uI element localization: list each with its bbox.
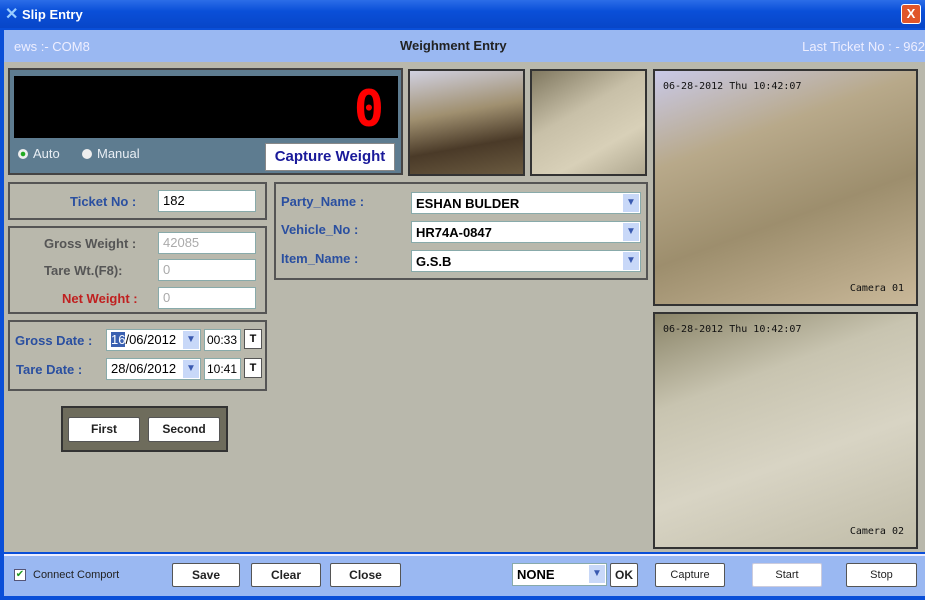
camera-feed-1: 06-28-2012 Thu 10:42:07 Camera 01 bbox=[653, 69, 918, 306]
connect-comport-label: Connect Comport bbox=[33, 569, 120, 581]
second-button[interactable]: Second bbox=[148, 417, 220, 442]
close-button[interactable]: Close bbox=[330, 563, 401, 587]
radio-auto[interactable]: Auto bbox=[18, 146, 60, 161]
chevron-down-icon[interactable]: ▼ bbox=[183, 331, 199, 349]
chevron-down-icon[interactable]: ▼ bbox=[589, 565, 605, 583]
window-title: Slip Entry bbox=[22, 7, 83, 22]
tare-weight-input[interactable]: 0 bbox=[158, 259, 256, 281]
radio-auto-label: Auto bbox=[33, 146, 60, 161]
clear-button[interactable]: Clear bbox=[251, 563, 321, 587]
tare-time-button[interactable]: T bbox=[244, 358, 262, 378]
party-name-select[interactable]: ESHAN BULDER ▼ bbox=[411, 192, 641, 214]
camera-label: Camera 01 bbox=[849, 283, 904, 294]
gross-date-day: 16 bbox=[111, 332, 126, 347]
stop-button[interactable]: Stop bbox=[846, 563, 917, 587]
item-name-label: Item_Name : bbox=[281, 251, 359, 266]
chevron-down-icon[interactable]: ▼ bbox=[623, 252, 639, 270]
start-button[interactable]: Start bbox=[752, 563, 822, 587]
close-window-button[interactable]: X bbox=[901, 4, 921, 24]
gross-time-input[interactable]: 00:33 bbox=[204, 329, 241, 351]
page-title: Weighment Entry bbox=[400, 38, 507, 53]
port-status: ews :- COM8 bbox=[14, 39, 90, 54]
ticket-no-input[interactable]: 182 bbox=[158, 190, 256, 212]
gross-weight-input[interactable]: 42085 bbox=[158, 232, 256, 254]
chevron-down-icon[interactable]: ▼ bbox=[623, 194, 639, 212]
gross-time-button[interactable]: T bbox=[244, 329, 262, 349]
ok-button[interactable]: OK bbox=[610, 563, 638, 587]
weight-value: 0 bbox=[353, 80, 384, 138]
tare-weight-label: Tare Wt.(F8): bbox=[44, 263, 123, 278]
last-ticket: Last Ticket No : - 962 bbox=[802, 39, 925, 54]
chevron-down-icon[interactable]: ▼ bbox=[623, 223, 639, 241]
gross-weight-label: Gross Weight : bbox=[44, 236, 137, 251]
header-bar: ews :- COM8 Weighment Entry Last Ticket … bbox=[4, 30, 925, 62]
radio-selected-icon bbox=[18, 149, 28, 159]
tare-date-value: 28/06/2012 bbox=[111, 361, 177, 376]
camera-select-value: NONE bbox=[517, 567, 555, 582]
app-icon: ✕ bbox=[5, 6, 19, 23]
tare-date-label: Tare Date : bbox=[16, 362, 83, 377]
connect-comport-checkbox[interactable]: ✔ bbox=[14, 569, 26, 581]
party-name-value: ESHAN BULDER bbox=[416, 196, 520, 211]
radio-manual-label: Manual bbox=[97, 146, 140, 161]
item-name-value: G.S.B bbox=[416, 254, 452, 269]
radio-unselected-icon bbox=[82, 149, 92, 159]
camera-feed-2: 06-28-2012 Thu 10:42:07 Camera 02 bbox=[653, 312, 918, 549]
capture-button[interactable]: Capture bbox=[655, 563, 725, 587]
save-button[interactable]: Save bbox=[172, 563, 240, 587]
camera-timestamp: 06-28-2012 Thu 10:42:07 bbox=[663, 81, 802, 92]
camera-select[interactable]: NONE ▼ bbox=[512, 563, 607, 586]
net-weight-input[interactable]: 0 bbox=[158, 287, 256, 309]
camera-thumbnail-2[interactable] bbox=[530, 69, 647, 176]
net-weight-label: Net Weight : bbox=[62, 291, 138, 306]
title-bar: ✕ Slip Entry X bbox=[0, 0, 925, 28]
vehicle-no-label: Vehicle_No : bbox=[281, 222, 359, 237]
ticket-label: Ticket No : bbox=[70, 194, 137, 209]
first-button[interactable]: First bbox=[68, 417, 140, 442]
gross-date-picker[interactable]: 16/06/2012 ▼ bbox=[106, 329, 201, 351]
weight-display: 0 bbox=[14, 76, 398, 138]
tare-time-input[interactable]: 10:41 bbox=[204, 358, 241, 380]
item-name-select[interactable]: G.S.B ▼ bbox=[411, 250, 641, 272]
camera-timestamp: 06-28-2012 Thu 10:42:07 bbox=[663, 324, 802, 335]
capture-weight-button[interactable]: Capture Weight bbox=[265, 143, 395, 171]
camera-label: Camera 02 bbox=[849, 526, 904, 537]
gross-date-label: Gross Date : bbox=[15, 333, 93, 348]
radio-manual[interactable]: Manual bbox=[82, 146, 140, 161]
vehicle-no-select[interactable]: HR74A-0847 ▼ bbox=[411, 221, 641, 243]
tare-date-picker[interactable]: 28/06/2012 ▼ bbox=[106, 358, 201, 380]
vehicle-no-value: HR74A-0847 bbox=[416, 225, 492, 240]
gross-date-rest: /06/2012 bbox=[125, 332, 177, 347]
party-name-label: Party_Name : bbox=[281, 194, 365, 209]
camera-thumbnail-1[interactable] bbox=[408, 69, 525, 176]
chevron-down-icon[interactable]: ▼ bbox=[183, 360, 199, 378]
